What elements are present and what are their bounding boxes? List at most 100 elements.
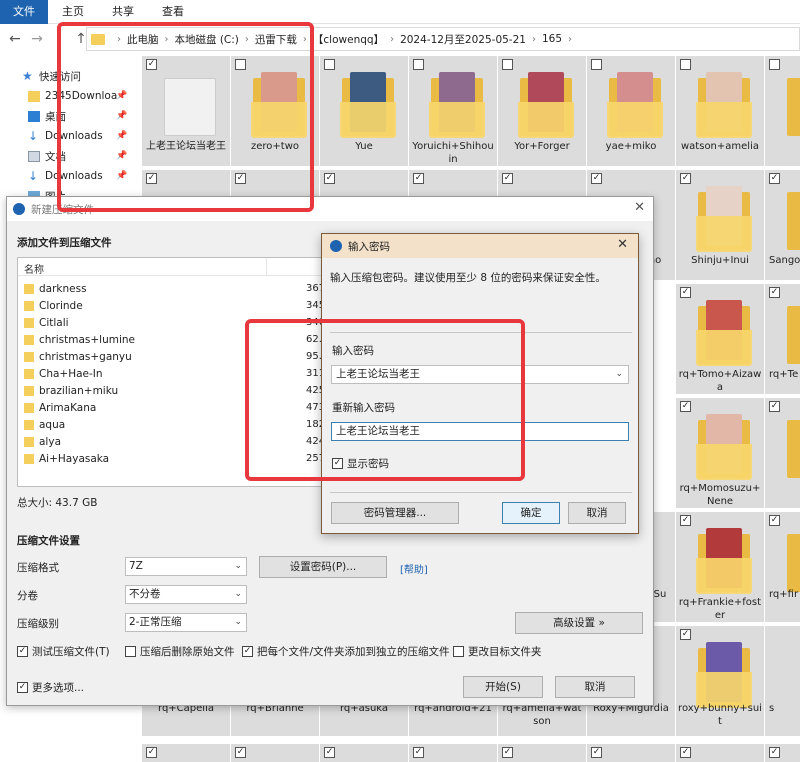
folder-name: Sango: [769, 255, 800, 266]
file-name: brazilian+miku: [39, 384, 119, 397]
checkbox[interactable]: ✓: [324, 747, 335, 758]
checkbox[interactable]: [769, 59, 780, 70]
checkbox[interactable]: ✓: [235, 747, 246, 758]
format-select[interactable]: 7Z ⌄: [125, 557, 247, 576]
star-icon: ★: [22, 68, 33, 83]
list-item[interactable]: Clorinde 345: [24, 297, 336, 314]
checkbox[interactable]: ✓: [324, 173, 335, 184]
breadcrumb-clowenqq[interactable]: 【clowenqq】: [313, 32, 384, 47]
checkbox[interactable]: [591, 59, 602, 70]
level-select[interactable]: 2-正常压缩 ⌄: [125, 613, 247, 632]
folder-tile[interactable]: ✓: [231, 744, 319, 762]
checkbox[interactable]: ✓: [680, 173, 691, 184]
cancel-button[interactable]: 取消: [555, 676, 635, 698]
folder-tile[interactable]: watson+amelia: [676, 56, 764, 166]
checkbox[interactable]: ✓: [769, 747, 780, 758]
folder-tile[interactable]: ✓ rq+Frankie+foster: [676, 512, 764, 622]
advanced-settings-button[interactable]: 高级设置 »: [515, 612, 643, 634]
checkbox[interactable]: [453, 646, 464, 657]
back-arrow-icon[interactable]: ←: [4, 31, 26, 47]
checkbox[interactable]: ✓: [769, 173, 780, 184]
chevron-right-icon: ›: [390, 33, 395, 45]
folder-tile[interactable]: ✓: [320, 744, 408, 762]
checkbox[interactable]: ✓: [242, 646, 253, 657]
tab-share[interactable]: 共享: [98, 0, 148, 24]
column-header-name[interactable]: 名称: [24, 261, 44, 276]
folder-name: rq+Tomo+Aizawa: [678, 369, 762, 393]
folder-name: Shinju+Inui: [691, 255, 749, 266]
checkbox[interactable]: ✓: [591, 173, 602, 184]
checkbox[interactable]: ✓: [769, 515, 780, 526]
close-icon[interactable]: ✕: [617, 237, 628, 252]
folder-icon: [24, 283, 34, 294]
forward-arrow-icon[interactable]: →: [26, 31, 48, 47]
checkbox[interactable]: [680, 59, 691, 70]
breadcrumb-date-range[interactable]: 2024-12月至2025-05-21: [400, 32, 526, 47]
change-target-checkbox[interactable]: 更改目标文件夹: [453, 644, 542, 659]
folder-tile[interactable]: ✓: [142, 744, 230, 762]
folder-tile[interactable]: ✓: [765, 744, 800, 762]
tab-file[interactable]: 文件: [0, 0, 48, 24]
folder-tile[interactable]: ✓: [587, 744, 675, 762]
folder-tile[interactable]: s: [765, 626, 800, 736]
folder-tile[interactable]: ✓ roxy+bunny+suit: [676, 626, 764, 736]
folder-tile[interactable]: ✓ rq+fir: [765, 512, 800, 622]
set-password-button[interactable]: 设置密码(P)...: [259, 556, 387, 578]
checkbox[interactable]: [502, 59, 513, 70]
checkbox[interactable]: ✓: [413, 173, 424, 184]
list-item[interactable]: darkness 367: [24, 280, 336, 297]
checkbox[interactable]: ✓: [146, 747, 157, 758]
folder-tile[interactable]: ✓ Sango: [765, 170, 800, 280]
checkbox[interactable]: ✓: [591, 747, 602, 758]
checkbox[interactable]: ✓: [17, 682, 28, 693]
folder-tile[interactable]: ✓ rq+Tomo+Aizawa: [676, 284, 764, 394]
ok-button[interactable]: 确定: [502, 502, 560, 524]
folder-tile[interactable]: Yor+Forger: [498, 56, 586, 166]
checkbox[interactable]: [413, 59, 424, 70]
checkbox[interactable]: ✓: [769, 287, 780, 298]
folder-icon: [28, 90, 40, 102]
checkbox[interactable]: ✓: [502, 173, 513, 184]
tab-home[interactable]: 主页: [48, 0, 98, 24]
cancel-button[interactable]: 取消: [568, 502, 626, 524]
checkbox[interactable]: [125, 646, 136, 657]
checkbox[interactable]: ✓: [680, 401, 691, 412]
folder-icon: [787, 306, 800, 364]
more-options-checkbox[interactable]: ✓ 更多选项...: [17, 680, 84, 695]
folder-tile[interactable]: ✓ Shinju+Inui: [676, 170, 764, 280]
folder-tile[interactable]: Yoruichi+Shihouin: [409, 56, 497, 166]
checkbox[interactable]: ✓: [413, 747, 424, 758]
checkbox[interactable]: ✓: [17, 646, 28, 657]
split-select[interactable]: 不分卷 ⌄: [125, 585, 247, 604]
folder-tile[interactable]: ✓: [409, 744, 497, 762]
folder-name: Yoruichi+Shihouin: [412, 141, 494, 165]
folder-tile[interactable]: ✓ rq+Te: [765, 284, 800, 394]
checkbox[interactable]: ✓: [680, 747, 691, 758]
close-icon[interactable]: ✕: [634, 200, 645, 215]
password-manager-button[interactable]: 密码管理器...: [331, 502, 459, 524]
breadcrumb-165[interactable]: 165: [542, 33, 562, 45]
start-button[interactable]: 开始(S): [463, 676, 543, 698]
checkbox[interactable]: ✓: [502, 747, 513, 758]
folder-tile[interactable]: ✓ rq+Momosuzu+Nene: [676, 398, 764, 508]
separate-archives-checkbox[interactable]: ✓ 把每个文件/文件夹添加到独立的压缩文件: [242, 644, 450, 659]
chevron-down-icon[interactable]: ⌄: [615, 366, 623, 383]
file-name: aqua: [39, 418, 66, 431]
folder-tile[interactable]: ✓: [498, 744, 586, 762]
checkbox[interactable]: ✓: [680, 287, 691, 298]
help-link[interactable]: [帮助]: [400, 561, 428, 576]
folder-tile[interactable]: ✓: [765, 398, 800, 508]
checkbox[interactable]: ✓: [680, 629, 691, 640]
delete-source-checkbox[interactable]: 压缩后删除原始文件: [125, 644, 235, 659]
checkbox[interactable]: [324, 59, 335, 70]
folder-tile[interactable]: [765, 56, 800, 166]
checkbox[interactable]: ✓: [680, 515, 691, 526]
folder-front: [696, 216, 752, 252]
checkbox[interactable]: ✓: [769, 401, 780, 412]
folder-tile[interactable]: ✓: [676, 744, 764, 762]
folder-tile[interactable]: Yue: [320, 56, 408, 166]
tab-view[interactable]: 查看: [148, 0, 198, 24]
folder-tile[interactable]: yae+miko: [587, 56, 675, 166]
checkbox-label: 测试压缩文件(T): [32, 646, 110, 658]
test-archive-checkbox[interactable]: ✓ 测试压缩文件(T): [17, 644, 110, 659]
